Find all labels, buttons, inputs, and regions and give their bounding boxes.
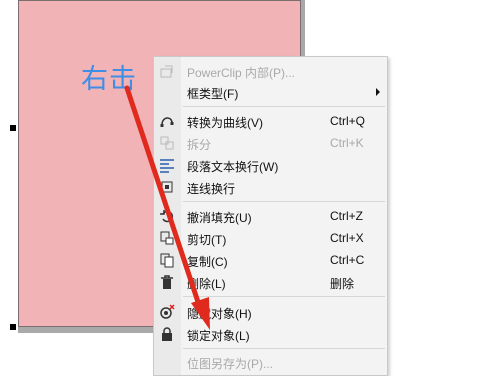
annotation-arrow-shaft (124, 85, 203, 311)
annotation-arrow (124, 85, 210, 330)
annotation-arrow-head (191, 297, 210, 330)
